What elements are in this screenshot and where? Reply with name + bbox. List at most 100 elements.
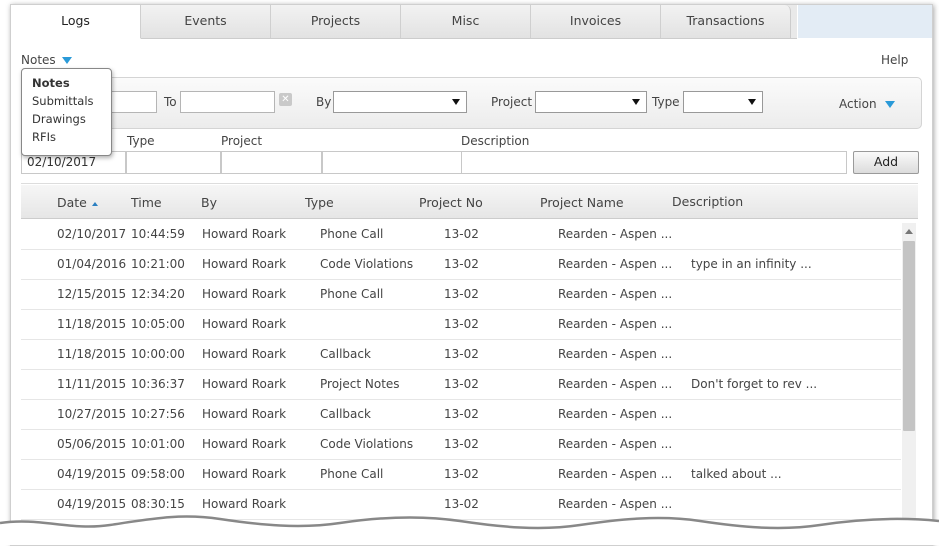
table-row[interactable]: 05/06/2015 10:01:00 Howard Roark Code Viola… (21, 429, 901, 460)
cell-type: Code Violations (320, 257, 414, 271)
date-to-input[interactable] (180, 91, 275, 113)
cell-by: Howard Roark (202, 377, 287, 391)
clear-icon[interactable]: ✕ (279, 93, 292, 106)
cell-project-name: Rearden - Aspen ... (558, 317, 673, 331)
cell-date: 01/04/2016 (57, 257, 127, 271)
cell-time: 09:58:00 (131, 467, 185, 481)
cell-time: 10:36:37 (131, 377, 185, 391)
cell-by: Howard Roark (202, 467, 287, 481)
cell-project-no: 13-02 (444, 347, 479, 361)
scroll-thumb[interactable] (903, 241, 915, 431)
action-label: Action (839, 97, 877, 111)
entry-type-header: Type (127, 134, 155, 148)
column-header-project-no[interactable]: Project No (419, 195, 483, 210)
cell-project-no: 13-02 (444, 257, 479, 271)
cell-date: 12/15/2015 (57, 287, 127, 301)
cell-type: Callback (320, 347, 371, 361)
column-header-project-name[interactable]: Project Name (540, 195, 624, 210)
vertical-scrollbar[interactable] (902, 223, 916, 543)
menu-item-submittals[interactable]: Submittals (32, 94, 94, 108)
cell-project-no: 13-02 (444, 437, 479, 451)
entry-type-input[interactable] (126, 151, 221, 174)
table-row[interactable]: 11/18/2015 10:00:00 Howard Roark Callback 13… (21, 339, 901, 370)
cell-project-name: Rearden - Aspen ... (558, 407, 673, 421)
date-from-input[interactable] (111, 91, 157, 113)
cell-time: 10:44:59 (131, 227, 185, 241)
cell-project-name: Rearden - Aspen ... (558, 437, 673, 451)
column-header-by[interactable]: By (201, 195, 217, 210)
cell-date: 04/19/2015 (57, 467, 127, 481)
menu-item-notes[interactable]: Notes (32, 76, 70, 90)
chevron-down-icon (884, 101, 895, 108)
cell-project-name: Rearden - Aspen ... (558, 287, 673, 301)
notes-menu-label: Notes (21, 53, 56, 67)
column-header-description[interactable]: Description (672, 194, 743, 209)
table-row[interactable]: 11/18/2015 10:05:00 Howard Roark 13-02 Reard… (21, 309, 901, 340)
cell-time: 10:01:00 (131, 437, 185, 451)
help-link[interactable]: Help (881, 53, 908, 67)
entry-time-input[interactable] (221, 151, 322, 174)
to-label: To (164, 95, 177, 109)
cell-project-name: Rearden - Aspen ... (558, 257, 673, 271)
tab-invoices[interactable]: Invoices (531, 5, 661, 38)
divider (21, 183, 918, 184)
notes-menu-button[interactable]: Notes (21, 53, 72, 67)
table-row[interactable]: 01/04/2016 10:21:00 Howard Roark Code Viola… (21, 249, 901, 280)
tab-projects[interactable]: Projects (271, 5, 401, 38)
column-header-type[interactable]: Type (305, 195, 334, 210)
entry-description-input[interactable] (461, 151, 847, 174)
tab-misc[interactable]: Misc (401, 5, 531, 38)
entry-project-header: Project (221, 134, 263, 148)
cell-project-name: Rearden - Aspen ... (558, 377, 673, 391)
cell-by: Howard Roark (202, 317, 287, 331)
chevron-down-icon (61, 57, 72, 64)
filter-bar: To ✕ By Project Type Action (21, 77, 922, 129)
tab-transactions[interactable]: Transactions (661, 5, 791, 38)
cell-date: 11/18/2015 (57, 347, 127, 361)
torn-edge-decoration (0, 515, 939, 545)
cell-description: Don't forget to rev ... (691, 377, 818, 391)
cell-project-no: 13-02 (444, 317, 479, 331)
type-select[interactable] (683, 91, 763, 113)
sort-ascending-icon (91, 201, 98, 206)
add-button[interactable]: Add (853, 151, 919, 174)
table-row[interactable]: 02/10/2017 10:44:59 Howard Roark Phone Call… (21, 219, 901, 250)
cell-date: 02/10/2017 (57, 227, 127, 241)
menu-item-drawings[interactable]: Drawings (32, 112, 86, 126)
cell-project-no: 13-02 (444, 227, 479, 241)
cell-date: 11/11/2015 (57, 377, 127, 391)
cell-by: Howard Roark (202, 347, 287, 361)
cell-time: 10:05:00 (131, 317, 185, 331)
table-row[interactable]: 11/11/2015 10:36:37 Howard Roark Project No… (21, 369, 901, 400)
project-label: Project (491, 95, 533, 109)
tab-events[interactable]: Events (141, 5, 271, 38)
column-header-time[interactable]: Time (131, 195, 162, 210)
entry-project-input[interactable] (322, 151, 462, 174)
cell-time: 12:34:20 (131, 287, 185, 301)
dropdown-arrow-icon (748, 99, 756, 105)
by-label: By (316, 95, 332, 109)
project-select[interactable] (535, 91, 647, 113)
scroll-up-icon[interactable] (905, 229, 913, 234)
column-header-date-label: Date (57, 195, 87, 210)
tab-bar: Logs Events Projects Misc Invoices Trans… (11, 5, 797, 39)
action-menu-button[interactable]: Action (839, 97, 895, 111)
entry-description-header: Description (461, 134, 530, 148)
tab-bar-background (798, 5, 932, 38)
cell-description: type in an infinity ... (691, 257, 812, 271)
cell-time: 10:00:00 (131, 347, 185, 361)
cell-by: Howard Roark (202, 437, 287, 451)
cell-type: Callback (320, 407, 371, 421)
cell-time: 10:27:56 (131, 407, 185, 421)
menu-item-rfis[interactable]: RFIs (32, 130, 56, 144)
column-header-date[interactable]: Date (57, 195, 98, 210)
tab-logs[interactable]: Logs (11, 5, 141, 39)
cell-project-no: 13-02 (444, 287, 479, 301)
dropdown-arrow-icon (452, 99, 460, 105)
table-row[interactable]: 10/27/2015 10:27:56 Howard Roark Callback 13… (21, 399, 901, 430)
table-row[interactable]: 04/19/2015 09:58:00 Howard Roark Phone Call… (21, 459, 901, 490)
by-select[interactable] (333, 91, 467, 113)
cell-by: Howard Roark (202, 407, 287, 421)
table-row[interactable]: 12/15/2015 12:34:20 Howard Roark Phone Call… (21, 279, 901, 310)
cell-date: 10/27/2015 (57, 407, 127, 421)
